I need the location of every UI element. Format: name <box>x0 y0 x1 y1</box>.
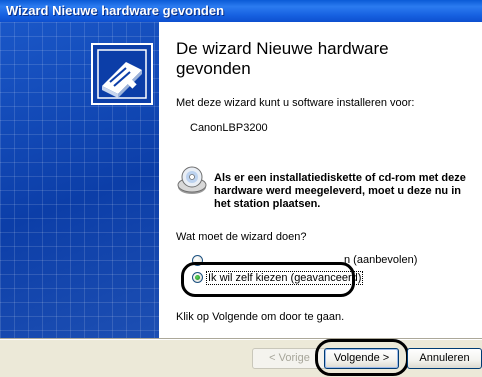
radio-automatic-label: n (aanbevolen) <box>344 254 418 266</box>
footer-instruction: Klik op Volgende om door te gaan. <box>176 311 345 323</box>
title-bar[interactable]: Wizard Nieuwe hardware gevonden <box>0 0 482 22</box>
next-button[interactable]: Volgende > <box>324 348 399 369</box>
wizard-question: Wat moet de wizard doen? <box>176 231 307 243</box>
radio-manual-label: Ik wil zelf kiezen (geavanceerd) <box>206 271 364 285</box>
wizard-sidebar-banner <box>0 22 159 338</box>
cd-rom-icon <box>177 166 207 194</box>
cancel-button[interactable]: Annuleren <box>407 348 482 369</box>
hardware-wizard-icon <box>91 43 153 105</box>
radio-selected-dot <box>195 275 200 280</box>
insert-media-notice: Als er een installatiediskette of cd-rom… <box>214 172 466 210</box>
window-title: Wizard Nieuwe hardware gevonden <box>6 3 225 18</box>
wizard-heading: De wizard Nieuwe hardware gevonden <box>176 39 389 78</box>
device-name: CanonLBP3200 <box>190 122 268 134</box>
radio-manual[interactable] <box>192 272 203 283</box>
intro-text: Met deze wizard kunt u software installe… <box>176 97 415 109</box>
button-divider <box>0 338 482 340</box>
wizard-window: Wizard Nieuwe hardware gevonden De wizar… <box>0 0 482 377</box>
